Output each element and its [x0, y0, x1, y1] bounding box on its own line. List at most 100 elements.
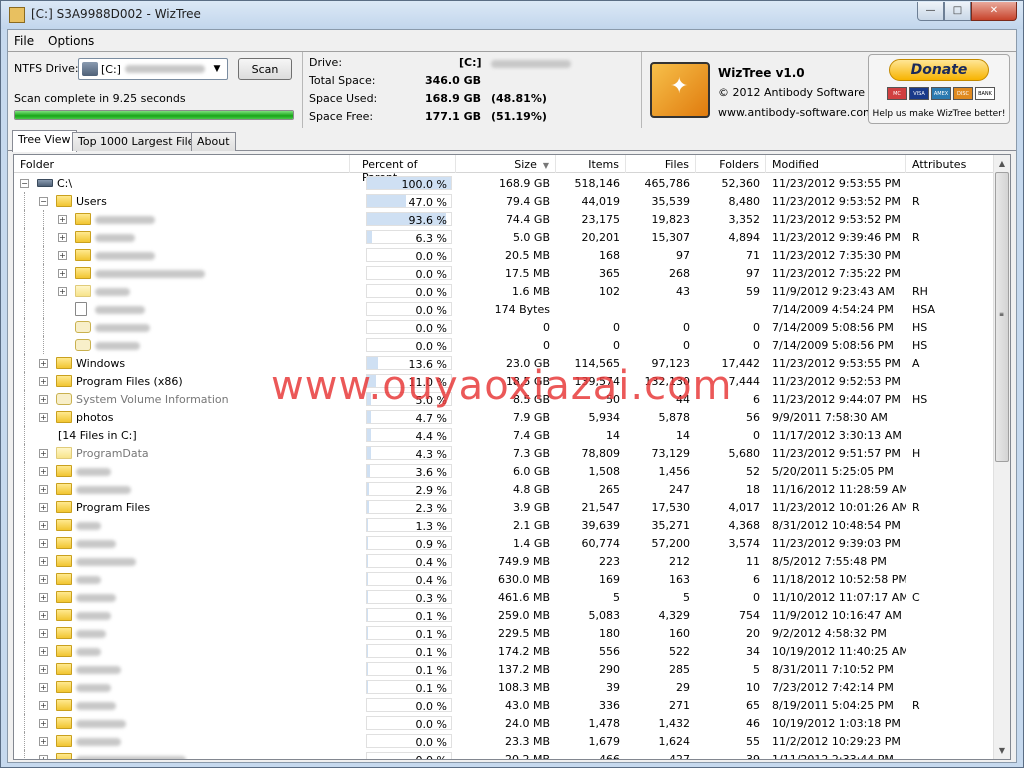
tree-row[interactable]: +0.1 % 259.0 MB 5,083 4,329 754 11/9/2012 10:… — [14, 606, 994, 624]
col-attributes[interactable]: Attributes — [906, 155, 994, 173]
vertical-scrollbar[interactable]: ▲ ≡ ▼ — [993, 155, 1010, 759]
tree-row[interactable]: − C:\ 100.0 % 168.9 GB 518,146 465,786 52,360 1… — [14, 174, 994, 192]
expand-icon[interactable]: + — [39, 557, 48, 566]
expand-icon[interactable]: + — [39, 611, 48, 620]
expand-icon[interactable]: + — [39, 377, 48, 386]
tab-about[interactable]: About — [191, 132, 236, 151]
expand-icon[interactable]: + — [39, 485, 48, 494]
tree-row[interactable]: 0.0 % 0 0 0 0 7/14/2009 5:08:56 PM HS — [14, 318, 994, 336]
expand-icon[interactable]: + — [39, 701, 48, 710]
cell-attr — [912, 516, 992, 534]
cell-size: 174.2 MB — [497, 645, 550, 658]
menu-options[interactable]: Options — [48, 34, 94, 48]
scroll-up-icon[interactable]: ▲ — [994, 155, 1010, 172]
tree-row[interactable]: + photos 4.7 % 7.9 GB 5,934 5,878 56 9/9/2011 7… — [14, 408, 994, 426]
expand-icon[interactable]: + — [39, 449, 48, 458]
tree-row[interactable]: +0.9 % 1.4 GB 60,774 57,200 3,574 11/23/2012 … — [14, 534, 994, 552]
cell-size: 24.0 MB — [504, 717, 550, 730]
cell-modified: 11/16/2012 11:28:59 AM — [772, 483, 906, 496]
tree-row[interactable]: +0.0 % 43.0 MB 336 271 65 8/19/2011 5:04:25 P… — [14, 696, 994, 714]
donate-button[interactable]: Donate — [889, 59, 989, 81]
menu-file[interactable]: File — [14, 34, 34, 48]
tree-row[interactable]: +2.9 % 4.8 GB 265 247 18 11/16/2012 11:28:59 … — [14, 480, 994, 498]
collapse-icon[interactable]: − — [20, 179, 29, 188]
tree-row[interactable]: +0.0 % 23.3 MB 1,679 1,624 55 11/2/2012 10:29… — [14, 732, 994, 750]
tree-row[interactable]: − Users 47.0 % 79.4 GB 44,019 35,539 8,480 11/2… — [14, 192, 994, 210]
tree-row[interactable]: +1.3 % 2.1 GB 39,639 35,271 4,368 8/31/2012 1… — [14, 516, 994, 534]
cell-files: 160 — [669, 627, 690, 640]
expand-icon[interactable]: + — [39, 755, 48, 759]
col-items[interactable]: Items — [556, 155, 626, 173]
scroll-thumb[interactable]: ≡ — [995, 172, 1009, 462]
chevron-down-icon[interactable]: ▼ — [210, 62, 224, 76]
tree-row[interactable]: +93.6 % 74.4 GB 23,175 19,823 3,352 11/23/201… — [14, 210, 994, 228]
expand-icon[interactable]: + — [39, 719, 48, 728]
cell-attr: HS — [912, 321, 928, 334]
expand-icon[interactable]: + — [58, 287, 67, 296]
folder-name-redacted — [76, 738, 121, 746]
col-folders[interactable]: Folders — [696, 155, 766, 173]
tree-row[interactable]: +0.0 % 17.5 MB 365 268 97 11/23/2012 7:35:22 … — [14, 264, 994, 282]
col-folder[interactable]: Folder — [14, 155, 350, 173]
tree-row[interactable]: +3.6 % 6.0 GB 1,508 1,456 52 5/20/2011 5:25:0… — [14, 462, 994, 480]
expand-icon[interactable]: + — [58, 251, 67, 260]
tree-row[interactable]: +0.3 % 461.6 MB 5 5 0 11/10/2012 11:07:17 AM C — [14, 588, 994, 606]
expand-icon[interactable]: + — [39, 593, 48, 602]
col-percent[interactable]: Percent of Parent — [350, 155, 456, 184]
tree-row[interactable]: +0.1 % 137.2 MB 290 285 5 8/31/2011 7:10:52 P… — [14, 660, 994, 678]
expand-icon[interactable]: + — [39, 413, 48, 422]
expand-icon[interactable]: + — [39, 737, 48, 746]
scan-progress — [14, 110, 294, 120]
title-bar[interactable]: [C:] S3A9988D002 - WizTree — □ ✕ — [1, 1, 1023, 29]
tree-row[interactable]: +6.3 % 5.0 GB 20,201 15,307 4,894 11/23/2012 … — [14, 228, 994, 246]
tree-row[interactable]: +0.1 % 174.2 MB 556 522 34 10/19/2012 11:40:2… — [14, 642, 994, 660]
expand-icon[interactable]: + — [39, 539, 48, 548]
expand-icon[interactable]: + — [39, 395, 48, 404]
tree-row[interactable]: 0.0 % 0 0 0 0 7/14/2009 5:08:56 PM HS — [14, 336, 994, 354]
app-url[interactable]: www.antibody-software.com — [718, 106, 874, 119]
tree-row[interactable]: +0.0 % 20.5 MB 168 97 71 11/23/2012 7:35:30 P… — [14, 246, 994, 264]
tree-row[interactable]: +0.1 % 229.5 MB 180 160 20 9/2/2012 4:58:32 P… — [14, 624, 994, 642]
scroll-down-icon[interactable]: ▼ — [994, 742, 1010, 759]
tab-top-1000[interactable]: Top 1000 Largest Files — [72, 132, 207, 151]
tree-row[interactable]: +0.0 % 24.0 MB 1,478 1,432 46 10/19/2012 1:03… — [14, 714, 994, 732]
expand-icon[interactable]: + — [39, 467, 48, 476]
expand-icon[interactable]: + — [39, 629, 48, 638]
expand-icon[interactable]: + — [58, 233, 67, 242]
col-size[interactable]: Size ▼ — [456, 155, 556, 173]
cell-attr: HSA — [912, 303, 935, 316]
tree-row[interactable]: [14 Files in C:] 4.4 % 7.4 GB 14 14 0 11/17/20… — [14, 426, 994, 444]
tree-row[interactable]: 0.0 % 174 Bytes 7/14/2009 4:54:24 PM HSA — [14, 300, 994, 318]
expand-icon[interactable]: + — [39, 503, 48, 512]
tree-row[interactable]: + Program Files 2.3 % 3.9 GB 21,547 17,530 4,0… — [14, 498, 994, 516]
drive-select[interactable]: [C:] ▼ — [78, 58, 228, 80]
expand-icon[interactable]: + — [39, 665, 48, 674]
close-button[interactable]: ✕ — [971, 2, 1017, 21]
collapse-icon[interactable]: − — [39, 197, 48, 206]
tree-row[interactable]: +0.0 % 20.2 MB 466 427 39 1/11/2012 2:33:44 P… — [14, 750, 994, 759]
maximize-button[interactable]: □ — [944, 2, 971, 21]
expand-icon[interactable]: + — [58, 269, 67, 278]
cell-size: 17.5 MB — [504, 267, 550, 280]
minimize-button[interactable]: — — [917, 2, 944, 21]
tab-tree-view[interactable]: Tree View — [12, 130, 77, 152]
cell-size: 1.4 GB — [512, 537, 550, 550]
expand-icon[interactable]: + — [39, 521, 48, 530]
expand-icon[interactable]: + — [39, 575, 48, 584]
expand-icon[interactable]: + — [39, 683, 48, 692]
col-files[interactable]: Files — [626, 155, 696, 173]
expand-icon[interactable]: + — [39, 359, 48, 368]
expand-icon[interactable]: + — [39, 647, 48, 656]
expand-icon[interactable]: + — [58, 215, 67, 224]
folder-tree-grid[interactable]: Folder Percent of Parent Size ▼ Items Fil… — [13, 154, 1011, 760]
tree-row[interactable]: +0.0 % 1.6 MB 102 43 59 11/9/2012 9:23:43 AM R… — [14, 282, 994, 300]
col-modified[interactable]: Modified — [766, 155, 906, 173]
tree-row[interactable]: +0.4 % 630.0 MB 169 163 6 11/18/2012 10:52:58… — [14, 570, 994, 588]
tree-row[interactable]: + ProgramData 4.3 % 7.3 GB 78,809 73,129 5,680… — [14, 444, 994, 462]
tree-row[interactable]: +0.1 % 108.3 MB 39 29 10 7/23/2012 7:42:14 PM — [14, 678, 994, 696]
tree-row[interactable]: +0.4 % 749.9 MB 223 212 11 8/5/2012 7:55:48 P… — [14, 552, 994, 570]
folder-name-redacted — [76, 594, 116, 602]
cell-items: 39 — [606, 681, 620, 694]
folder-name: photos — [76, 411, 114, 424]
scan-button[interactable]: Scan — [238, 58, 292, 80]
